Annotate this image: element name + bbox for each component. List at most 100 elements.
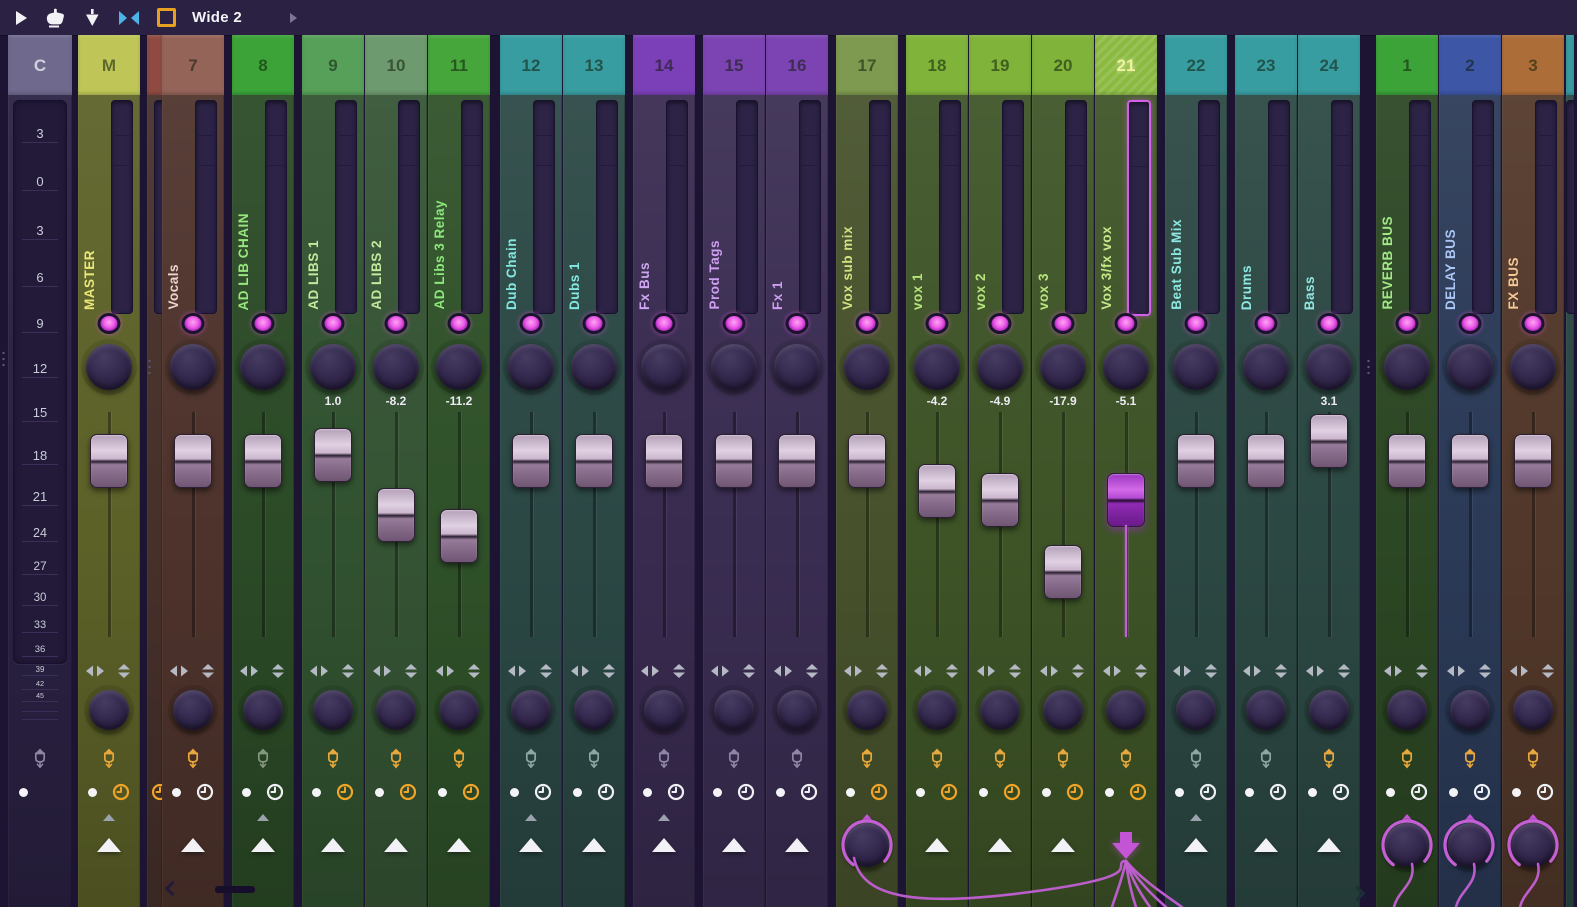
separation-arrows-icon[interactable] [1334, 664, 1354, 678]
clock-glyph[interactable] [1129, 783, 1147, 801]
volume-fader[interactable] [715, 412, 753, 637]
volume-fader[interactable] [1514, 412, 1552, 637]
clock-glyph[interactable] [1410, 783, 1428, 801]
strip-header[interactable]: 9 [302, 35, 364, 95]
fader-handle[interactable] [440, 509, 478, 563]
stereo-separation-knob[interactable] [1387, 690, 1427, 730]
strip-header[interactable]: 10 [365, 35, 427, 95]
fx-lamp-icon[interactable] [585, 747, 604, 774]
fx-lamp-glyph[interactable] [1320, 747, 1339, 769]
fx-lamp-icon[interactable] [450, 747, 469, 774]
strip-header[interactable]: 13 [563, 35, 625, 95]
orange-square-icon[interactable] [157, 7, 176, 29]
route-to-master-arrow[interactable] [1051, 838, 1075, 852]
separation-arrows-icon[interactable] [114, 664, 134, 678]
send-indicator-arrow[interactable] [1527, 814, 1539, 821]
mixer-strip-20[interactable]: 20 vox 3 -17.9 [1032, 35, 1094, 907]
pan-arrows-icon[interactable] [843, 664, 863, 678]
fader-handle[interactable] [1514, 434, 1552, 488]
fx-lamp-glyph[interactable] [100, 747, 119, 769]
separation-arrows-icon[interactable] [1538, 664, 1558, 678]
record-arm-dot[interactable] [172, 788, 181, 797]
route-to-master-arrow[interactable] [1184, 838, 1208, 852]
fx-lamp-glyph[interactable] [1257, 747, 1276, 769]
fx-lamp-icon[interactable] [1524, 747, 1543, 774]
pan-knob[interactable] [1243, 344, 1289, 390]
record-arm-dot[interactable] [1105, 788, 1114, 797]
record-arm-dot[interactable] [312, 788, 321, 797]
peak-meter[interactable] [195, 100, 217, 314]
route-to-master-arrow[interactable] [582, 838, 606, 852]
peak-meter[interactable] [533, 100, 555, 314]
pan-arrows-icon[interactable] [1039, 664, 1059, 678]
stereo-separation-knob[interactable] [89, 690, 129, 730]
mixer-strip-14[interactable]: 14 Fx Bus [633, 35, 695, 907]
fx-lamp-icon[interactable] [100, 747, 119, 774]
mute-led[interactable] [251, 313, 275, 334]
fader-handle[interactable] [1107, 473, 1145, 527]
pan-knob[interactable] [1510, 344, 1556, 390]
latency-clock-icon[interactable] [737, 783, 755, 806]
fx-lamp-icon[interactable] [858, 747, 877, 774]
latency-clock-icon[interactable] [1410, 783, 1428, 806]
stereo-separation-knob[interactable] [644, 690, 684, 730]
route-to-master-arrow[interactable] [384, 838, 408, 852]
fader-handle[interactable] [1247, 434, 1285, 488]
record-arm-dot[interactable] [1175, 788, 1184, 797]
plumb-bob-icon[interactable] [83, 7, 101, 29]
record-arm-dot[interactable] [1386, 788, 1395, 797]
pan-knob[interactable] [373, 344, 419, 390]
separation-arrows-icon[interactable] [198, 664, 218, 678]
send-indicator-arrow[interactable] [861, 814, 873, 821]
pan-arrows-icon[interactable] [976, 664, 996, 678]
fader-handle[interactable] [314, 428, 352, 482]
fx-lamp-icon[interactable] [1320, 747, 1339, 774]
pan-knob[interactable] [1173, 344, 1219, 390]
volume-fader[interactable] [981, 412, 1019, 637]
record-arm-dot[interactable] [1449, 788, 1458, 797]
mute-led[interactable] [1521, 313, 1545, 334]
mixer-strip-21[interactable]: 21 Vox 3/fx vox -5.1 [1095, 35, 1157, 907]
separation-arrows-icon[interactable] [401, 664, 421, 678]
pan-knob[interactable] [1040, 344, 1086, 390]
separation-arrows-icon[interactable] [739, 664, 759, 678]
pan-arrows-icon[interactable] [435, 664, 455, 678]
fx-lamp-glyph[interactable] [1117, 747, 1136, 769]
send-indicator-arrow[interactable] [525, 814, 537, 821]
peak-meter[interactable] [666, 100, 688, 314]
volume-fader[interactable] [440, 412, 478, 637]
route-to-master-arrow[interactable] [652, 838, 676, 852]
strip-header[interactable]: 12 [500, 35, 562, 95]
mixer-strip-11[interactable]: 11 AD Libs 3 Relay -11.2 [428, 35, 490, 907]
mixer-strip-22[interactable]: 22 Beat Sub Mix [1165, 35, 1227, 907]
volume-fader[interactable] [1247, 412, 1285, 637]
layout-next-chevron-icon[interactable] [290, 12, 298, 23]
strip-header[interactable]: 17 [836, 35, 898, 95]
pan-arrows-icon[interactable] [913, 664, 933, 678]
volume-fader[interactable] [174, 412, 212, 637]
fx-lamp-icon[interactable] [655, 747, 674, 774]
clock-glyph[interactable] [1269, 783, 1287, 801]
pan-knob[interactable] [1306, 344, 1352, 390]
peak-meter[interactable] [1127, 100, 1151, 316]
mixer-strip-7[interactable]: 7 Vocals [162, 35, 224, 907]
peak-meter[interactable] [1535, 100, 1557, 314]
fx-lamp-glyph[interactable] [1524, 747, 1543, 769]
pan-knob[interactable] [1384, 344, 1430, 390]
strip-header[interactable]: 1 [1376, 35, 1438, 95]
volume-fader[interactable] [575, 412, 613, 637]
fx-lamp-icon[interactable] [1257, 747, 1276, 774]
mute-led[interactable] [519, 313, 543, 334]
mirror-triangles-icon[interactable] [117, 7, 141, 29]
separation-arrows-icon[interactable] [1131, 664, 1151, 678]
record-arm-dot[interactable] [979, 788, 988, 797]
pan-knob[interactable] [977, 344, 1023, 390]
clock-glyph[interactable] [462, 783, 480, 801]
fx-lamp-glyph[interactable] [324, 747, 343, 769]
separation-arrows-icon[interactable] [599, 664, 619, 678]
clock-glyph[interactable] [336, 783, 354, 801]
record-arm-dot[interactable] [375, 788, 384, 797]
mixer-strip-17[interactable]: 17 Vox sub mix [836, 35, 898, 907]
pan-arrows-icon[interactable] [309, 664, 329, 678]
clock-glyph[interactable] [112, 783, 130, 801]
